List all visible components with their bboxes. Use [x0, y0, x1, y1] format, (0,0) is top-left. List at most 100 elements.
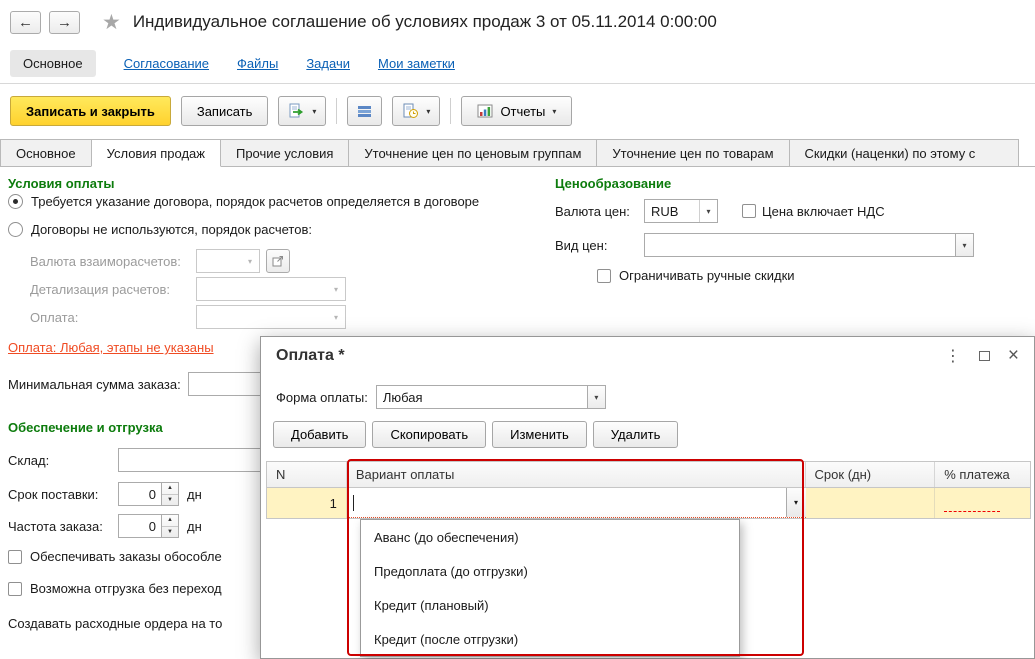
chevron-down-icon[interactable]: ▾	[699, 200, 717, 222]
text-caret	[352, 494, 354, 511]
section-heading-supply: Обеспечение и отгрузка	[8, 420, 163, 435]
table-row[interactable]: 1 ▾	[267, 488, 1031, 518]
delivery-time-stepper[interactable]: ▲ ▼	[162, 482, 179, 506]
separate-orders-checkbox[interactable]	[8, 549, 22, 564]
column-header-n[interactable]: N	[267, 462, 347, 487]
payment-row: Оплата: ▾	[30, 305, 346, 329]
order-frequency-stepper[interactable]: ▲ ▼	[162, 514, 179, 538]
spinner-up-icon[interactable]: ▲	[162, 515, 178, 527]
copy-button[interactable]: Скопировать	[372, 421, 487, 448]
edit-button[interactable]: Изменить	[492, 421, 587, 448]
chevron-down-icon[interactable]: ▾	[327, 306, 345, 328]
column-header-percent[interactable]: % платежа	[935, 462, 1030, 487]
table-header: N Вариант оплаты Срок (дн) % платежа	[267, 462, 1030, 488]
separate-orders-checkbox-row[interactable]: Обеспечивать заказы обособле	[8, 549, 222, 564]
delivery-time-field[interactable]: 0	[118, 482, 162, 506]
dropdown-option-prepayment[interactable]: Предоплата (до отгрузки)	[361, 554, 739, 588]
window-title: Индивидуальное соглашение об условиях пр…	[132, 12, 717, 31]
variant-editor[interactable]: ▾	[346, 488, 806, 518]
arrow-right-icon: →	[57, 13, 72, 31]
save-button[interactable]: Записать	[180, 96, 269, 126]
back-button[interactable]: ←	[10, 10, 41, 34]
reports-button[interactable]: Отчеты ▾	[461, 96, 573, 126]
settlement-detail-combo[interactable]: ▾	[196, 277, 346, 301]
payment-form-row: Форма оплаты: Любая ▾	[276, 385, 606, 409]
variant-dropdown-button[interactable]: ▾	[785, 488, 806, 517]
dialog-menu-icon[interactable]: ⋮	[945, 346, 961, 366]
settlement-detail-row: Детализация расчетов: ▾	[30, 277, 346, 301]
spinner-up-icon[interactable]: ▲	[162, 483, 178, 495]
radio-no-contracts[interactable]: Договоры не используются, порядок расчет…	[8, 222, 312, 237]
dropdown-option-credit-after[interactable]: Кредит (после отгрузки)	[361, 622, 739, 656]
dropdown-option-credit-planned[interactable]: Кредит (плановый)	[361, 588, 739, 622]
payments-table: N Вариант оплаты Срок (дн) % платежа 1 ▾	[266, 461, 1031, 519]
tab-discounts[interactable]: Скидки (наценки) по этому с	[788, 139, 1019, 166]
order-frequency-field[interactable]: 0	[118, 514, 162, 538]
nav-link-approval[interactable]: Согласование	[124, 56, 209, 71]
payment-form-combo[interactable]: Любая ▾	[375, 385, 606, 409]
radio-icon[interactable]	[8, 194, 23, 209]
chevron-down-icon[interactable]: ▾	[955, 234, 973, 256]
delete-button[interactable]: Удалить	[592, 421, 679, 448]
shipment-checkbox-row[interactable]: Возможна отгрузка без переход	[8, 581, 222, 596]
dialog-maximize-icon[interactable]	[978, 351, 990, 361]
price-kind-combo[interactable]: ▾	[644, 233, 974, 257]
column-header-variant[interactable]: Вариант оплаты	[347, 462, 806, 487]
structure-report-button[interactable]	[347, 96, 383, 126]
tab-price-groups[interactable]: Уточнение цен по ценовым группам	[348, 139, 598, 166]
dropdown-option-advance[interactable]: Аванс (до обеспечения)	[361, 520, 739, 554]
price-currency-label: Валюта цен:	[555, 203, 630, 219]
price-kind-row: Вид цен: ▾	[555, 233, 974, 257]
nav-row: Основное Согласование Файлы Задачи Мои з…	[0, 44, 1035, 84]
chevron-down-icon[interactable]: ▾	[327, 278, 345, 300]
limit-discounts-row[interactable]: Ограничивать ручные скидки	[597, 268, 795, 283]
price-currency-row: Валюта цен: RUB ▾ Цена включает НДС	[555, 199, 885, 223]
list-icon	[358, 105, 372, 117]
column-header-term[interactable]: Срок (дн)	[806, 462, 936, 487]
nav-link-tasks[interactable]: Задачи	[306, 56, 350, 71]
vat-included-checkbox[interactable]	[742, 204, 756, 218]
settlement-currency-open-button[interactable]	[266, 249, 290, 273]
order-frequency-unit: дн	[187, 518, 202, 534]
price-currency-combo[interactable]: RUB ▾	[644, 199, 718, 223]
chevron-down-icon: ▾	[426, 106, 431, 116]
nav-link-notes[interactable]: Мои заметки	[378, 56, 455, 71]
vat-included-label: Цена включает НДС	[762, 203, 885, 219]
change-history-button[interactable]: ▾	[392, 96, 441, 126]
radio-icon[interactable]	[8, 222, 23, 237]
forward-button[interactable]: →	[49, 10, 80, 34]
save-and-close-button[interactable]: Записать и закрыть	[10, 96, 171, 126]
separate-orders-label: Обеспечивать заказы обособле	[30, 549, 222, 564]
tab-main[interactable]: Основное	[0, 139, 92, 166]
settlement-currency-combo[interactable]: ▾	[196, 249, 260, 273]
limit-discounts-label: Ограничивать ручные скидки	[619, 268, 795, 283]
toolbar-separator	[336, 98, 338, 124]
payment-stages-link-row: Оплата: Любая, этапы не указаны	[8, 340, 214, 355]
shipment-checkbox[interactable]	[8, 581, 22, 596]
add-button[interactable]: Добавить	[273, 421, 367, 448]
spinner-down-icon[interactable]: ▼	[162, 527, 178, 538]
toolbar-separator	[450, 98, 452, 124]
nav-tab-main[interactable]: Основное	[10, 50, 96, 77]
post-document-button[interactable]: ▾	[278, 96, 327, 126]
tab-sales-terms[interactable]: Условия продаж	[90, 139, 221, 167]
payment-combo[interactable]: ▾	[196, 305, 346, 329]
limit-discounts-checkbox[interactable]	[597, 268, 611, 283]
tab-other-terms[interactable]: Прочие условия	[219, 139, 350, 166]
payment-stages-link[interactable]: Оплата: Любая, этапы не указаны	[8, 340, 214, 355]
chevron-down-icon: ▾	[552, 106, 557, 116]
min-order-label: Минимальная сумма заказа:	[8, 376, 181, 392]
favorite-star-icon[interactable]: ★	[102, 10, 121, 35]
cell-term[interactable]	[805, 488, 936, 518]
delivery-time-row: Срок поставки: 0 ▲ ▼ дн	[8, 482, 202, 506]
spinner-down-icon[interactable]: ▼	[162, 495, 178, 506]
chevron-down-icon[interactable]: ▾	[586, 386, 605, 408]
cell-n[interactable]: 1	[267, 488, 347, 518]
command-toolbar: Записать и закрыть Записать ▾ ▾ Отчеты ▾	[0, 85, 1035, 137]
tab-goods-prices[interactable]: Уточнение цен по товарам	[596, 139, 790, 166]
dialog-close-icon[interactable]: ×	[1008, 345, 1019, 367]
radio-contract-required[interactable]: Требуется указание договора, порядок рас…	[8, 194, 479, 209]
cell-percent[interactable]	[935, 488, 1031, 518]
nav-link-files[interactable]: Файлы	[237, 56, 278, 71]
chevron-down-icon[interactable]: ▾	[241, 250, 259, 272]
